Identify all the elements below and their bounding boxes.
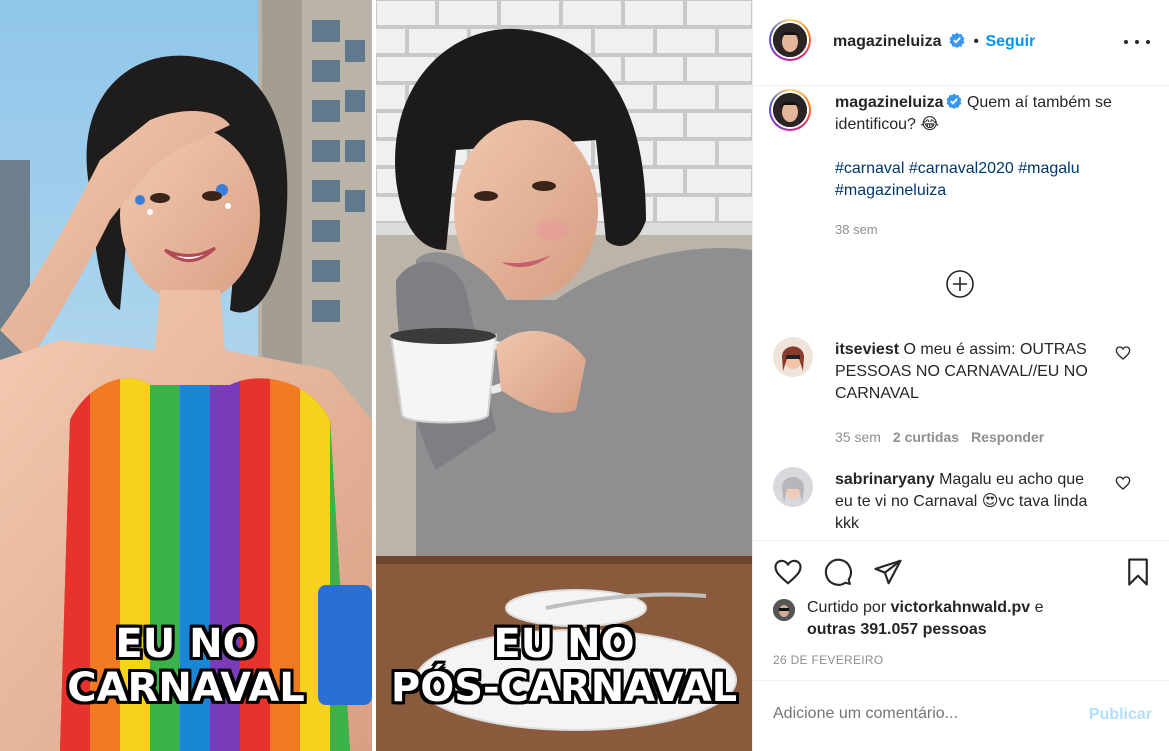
comment-avatar[interactable]	[773, 337, 813, 377]
follow-button[interactable]: Seguir	[985, 33, 1035, 50]
comment-text-block: sabrinaryany Magalu eu acho que eu te vi…	[835, 469, 1097, 535]
like-heart-icon[interactable]	[773, 557, 803, 587]
likes-suffix: e	[1030, 599, 1044, 616]
author-avatar[interactable]	[769, 19, 811, 61]
likes-text: Curtido por victorkahnwald.pv e outras 3…	[807, 597, 1107, 641]
share-icon[interactable]	[873, 557, 903, 587]
header-separator: •	[973, 33, 979, 50]
likes-count[interactable]: outras 391.057 pessoas	[807, 621, 987, 638]
comment-likes[interactable]: 2 curtidas	[893, 429, 959, 445]
caption-hashtags[interactable]: #carnaval #carnaval2020 #magalu #magazin…	[835, 158, 1135, 202]
caption-pos-carnaval: EU NO PÓS-CARNAVAL	[376, 622, 752, 710]
comment-meta: 35 sem 2 curtidas Responder	[835, 429, 1044, 445]
bookmark-icon[interactable]	[1123, 557, 1153, 587]
comment-username[interactable]: itseviest	[835, 341, 899, 358]
post-image[interactable]: EU NO CARNAVAL EU NO PÓS-CARNAVAL	[0, 0, 752, 751]
reply-button[interactable]: Responder	[971, 429, 1044, 445]
more-options-icon[interactable]	[1124, 32, 1150, 52]
caption-username[interactable]: magazineluiza	[835, 94, 943, 111]
liker-avatar[interactable]	[773, 599, 795, 621]
caption-time[interactable]: 38 sem	[835, 222, 878, 237]
post-header: magazineluiza • Seguir	[753, 0, 1169, 86]
liker-username[interactable]: victorkahnwald.pv	[891, 599, 1031, 616]
caption-carnaval-line2: CARNAVAL	[67, 665, 305, 711]
heart-icon[interactable]	[1115, 475, 1131, 491]
caption-pos-carnaval-line2: PÓS-CARNAVAL	[390, 665, 738, 711]
header-user-line: magazineluiza • Seguir	[833, 32, 1035, 51]
comment-avatar[interactable]	[773, 467, 813, 507]
caption-text-line: magazineluiza Quem aí também se identifi…	[835, 92, 1135, 136]
likes-prefix: Curtido por	[807, 599, 891, 616]
caption-carnaval: EU NO CARNAVAL	[0, 622, 372, 710]
comment-icon[interactable]	[823, 557, 853, 587]
comments-list[interactable]: magazineluiza Quem aí também se identifi…	[753, 87, 1169, 539]
comment-username[interactable]: sabrinaryany	[835, 471, 935, 488]
comment-input[interactable]	[773, 705, 1063, 723]
caption-carnaval-line1: EU NO	[115, 621, 257, 667]
image-panel-carnaval: EU NO CARNAVAL	[0, 0, 372, 751]
post-side-panel: magazineluiza • Seguir magazineluiza Que…	[752, 0, 1169, 751]
load-more-icon[interactable]	[945, 269, 975, 299]
publish-button[interactable]: Publicar	[1089, 706, 1152, 724]
caption-author-avatar[interactable]	[769, 89, 811, 131]
image-panel-pos-carnaval: EU NO PÓS-CARNAVAL	[376, 0, 752, 751]
comment-time[interactable]: 35 sem	[835, 429, 881, 445]
post-date[interactable]: 26 DE FEVEREIRO	[773, 653, 884, 667]
add-comment-bar: Publicar	[753, 680, 1169, 751]
caption-pos-carnaval-line1: EU NO	[493, 621, 635, 667]
post-actions: Curtido por victorkahnwald.pv e outras 3…	[753, 540, 1169, 680]
verified-badge-icon	[946, 93, 962, 109]
heart-icon[interactable]	[1115, 345, 1131, 361]
verified-badge-icon	[949, 32, 965, 48]
comment-text-block: itseviest O meu é assim: OUTRAS PESSOAS …	[835, 339, 1097, 405]
header-username[interactable]: magazineluiza	[833, 33, 941, 50]
